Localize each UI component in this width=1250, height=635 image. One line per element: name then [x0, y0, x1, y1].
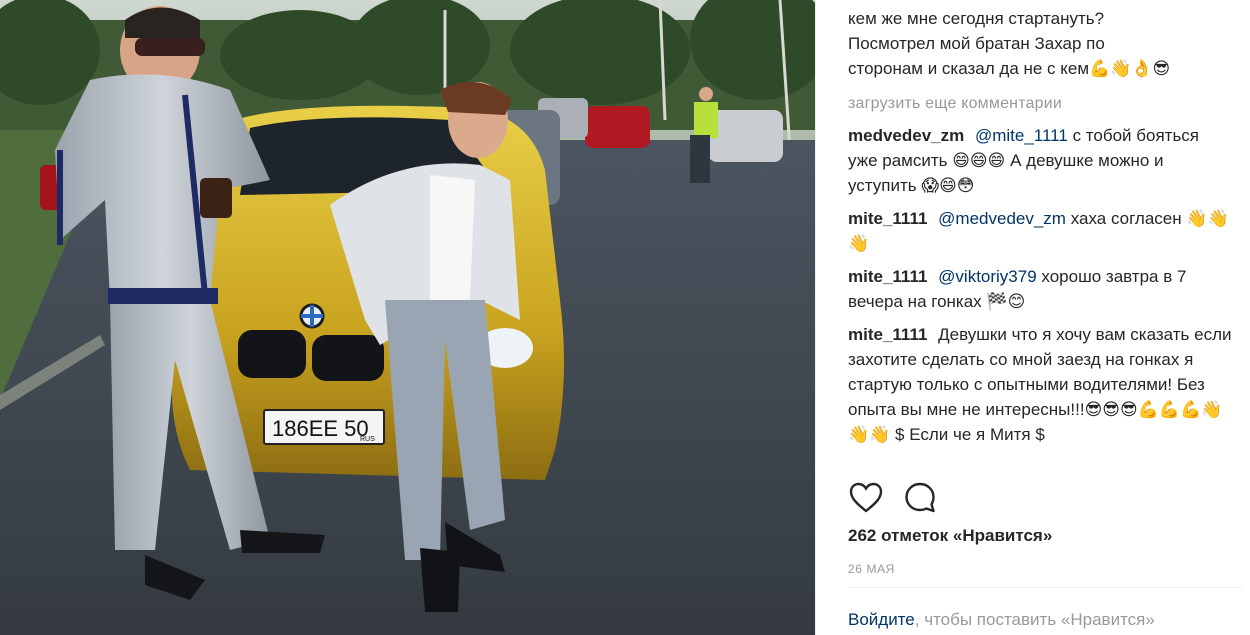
caption-line: кем же мне сегодня стартануть? — [848, 9, 1105, 28]
divider — [848, 587, 1242, 588]
likes-count[interactable]: 262 отметок «Нравится» — [848, 526, 1052, 546]
comment-item: medvedev_zm @mite_1111 с тобой бояться у… — [848, 123, 1233, 198]
comments-panel: кем же мне сегодня стартануть? Посмотрел… — [815, 0, 1250, 635]
comment-mention[interactable]: @viktoriy379 — [938, 267, 1037, 286]
comment-mention[interactable]: @medvedev_zm — [938, 209, 1066, 228]
caption-line: сторонам и сказал да не с кем💪👋👌😎 — [848, 59, 1171, 78]
comment-username[interactable]: medvedev_zm — [848, 126, 964, 145]
caption-line: Посмотрел мой братан Захар по — [848, 34, 1105, 53]
comments-list[interactable]: кем же мне сегодня стартануть? Посмотрел… — [848, 0, 1233, 455]
comment-mention[interactable]: @mite_1111 — [975, 126, 1068, 145]
login-link[interactable]: Войдите — [848, 610, 915, 629]
comment-item: mite_1111 @medvedev_zm хаха согласен 👋👋👋 — [848, 206, 1233, 256]
comment-username[interactable]: mite_1111 — [848, 267, 927, 286]
post-actions — [848, 478, 938, 518]
instagram-post: 186EE 50 RUS кем же мне сегодня стартану… — [0, 0, 1250, 635]
license-plate-text: 186EE 50 — [272, 416, 369, 441]
heart-icon[interactable] — [848, 480, 884, 516]
login-prompt-text: , чтобы поставить «Нравится» — [914, 610, 1155, 629]
load-more-comments-link[interactable]: загрузить еще комментарии — [848, 95, 1233, 113]
comment-item: mite_1111 @viktoriy379 хорошо завтра в 7… — [848, 264, 1233, 314]
login-prompt: Войдите, чтобы поставить «Нравится» — [848, 610, 1155, 630]
license-plate-region: RUS — [360, 436, 375, 443]
comment-item: mite_1111 Девушки что я хочу вам сказать… — [848, 322, 1233, 447]
photo-illustration: 186EE 50 RUS — [0, 0, 815, 635]
comment-username[interactable]: mite_1111 — [848, 325, 927, 344]
comment-icon[interactable] — [902, 480, 938, 516]
post-date: 26 МАЯ — [848, 562, 895, 576]
comment-username[interactable]: mite_1111 — [848, 209, 927, 228]
post-photo[interactable]: 186EE 50 RUS — [0, 0, 815, 635]
post-caption: кем же мне сегодня стартануть? Посмотрел… — [848, 6, 1233, 81]
